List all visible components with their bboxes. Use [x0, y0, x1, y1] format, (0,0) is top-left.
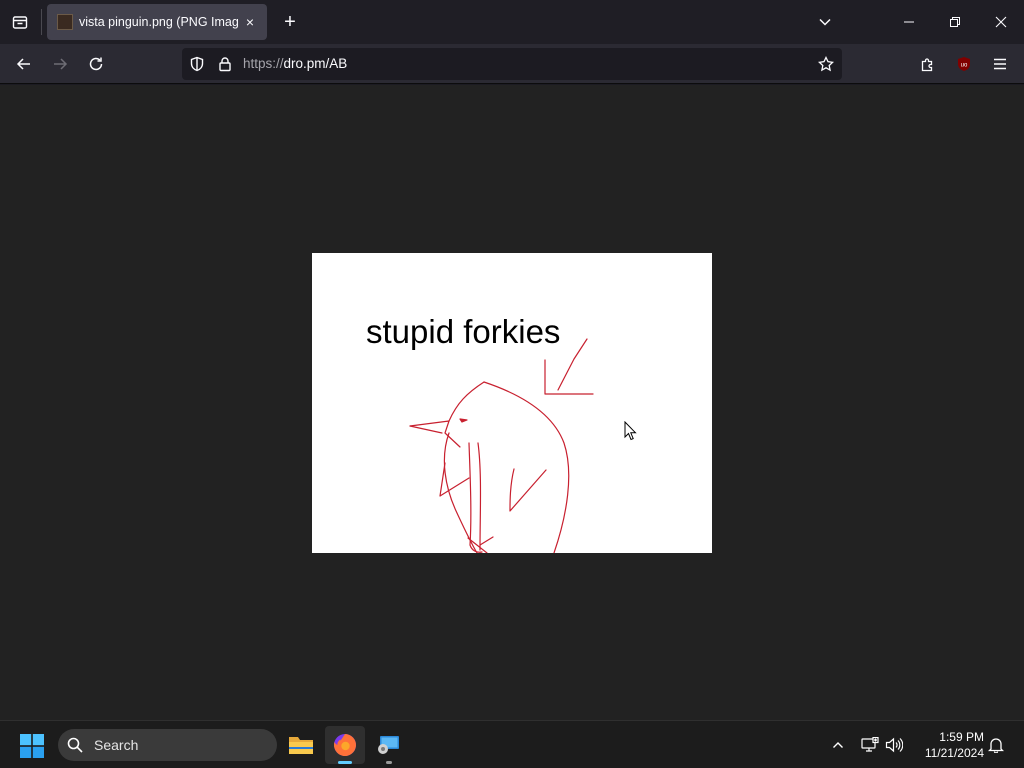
url-bar[interactable]: https://dro.pm/AB [182, 48, 842, 80]
chevron-up-icon [833, 742, 843, 748]
url-text[interactable]: https://dro.pm/AB [243, 56, 347, 71]
search-label: Search [94, 737, 139, 753]
active-app-indicator [338, 761, 352, 764]
url-protocol: https:// [243, 56, 284, 71]
arrow-right-icon [54, 58, 68, 70]
navigation-toolbar: https://dro.pm/AB uo [0, 44, 1024, 84]
back-button[interactable] [10, 50, 38, 78]
windows-start-icon[interactable] [20, 734, 44, 758]
taskbar-search-box[interactable]: Search [58, 729, 277, 761]
taskbar-settings-app[interactable] [369, 726, 409, 764]
url-host-path: dro.pm/AB [283, 56, 348, 71]
page-content: stupid forkies [0, 85, 1024, 720]
running-app-indicator [386, 761, 392, 764]
taskbar-firefox[interactable] [325, 726, 365, 764]
forward-button[interactable] [46, 50, 74, 78]
image-favicon-icon [57, 14, 73, 30]
firefox-icon [333, 734, 356, 756]
taskbar: Search 1:59 PM 11/21/2024 [0, 720, 1024, 768]
minimize-button[interactable] [894, 7, 924, 37]
network-tray-button[interactable] [860, 735, 880, 755]
hamburger-menu-icon [994, 58, 1006, 70]
speaker-icon [885, 737, 903, 753]
tracking-protection-button[interactable] [187, 54, 207, 74]
clock-time: 1:59 PM [939, 730, 984, 744]
clock-date: 11/21/2024 [924, 746, 984, 760]
taskbar-file-explorer[interactable] [281, 726, 321, 764]
mouse-pointer-icon [624, 421, 637, 441]
bookmark-button[interactable] [816, 54, 836, 74]
tab-title: vista pinguin.png (PNG Image, [79, 15, 239, 29]
restore-button[interactable] [940, 7, 970, 37]
tab-active[interactable]: vista pinguin.png (PNG Image, × [47, 4, 267, 40]
restore-icon [950, 17, 960, 27]
search-icon [67, 737, 83, 753]
tab-separator [41, 9, 42, 35]
ublock-origin-icon: uo [958, 57, 970, 71]
reload-icon [89, 57, 103, 71]
bell-icon [988, 738, 1004, 753]
close-icon [995, 16, 1007, 28]
puzzle-icon [921, 58, 933, 72]
site-info-button[interactable] [215, 54, 235, 74]
list-all-tabs-button[interactable] [810, 7, 840, 37]
tab-close-icon[interactable]: × [241, 13, 259, 31]
new-tab-button[interactable]: + [278, 8, 302, 36]
volume-tray-button[interactable] [884, 735, 904, 755]
monitor-gear-icon [378, 736, 399, 754]
title-bar: vista pinguin.png (PNG Image, × + [0, 0, 1024, 44]
ublock-origin-button[interactable]: uo [950, 50, 978, 78]
firefox-view-icon [12, 16, 28, 29]
star-icon [818, 56, 834, 72]
network-icon [861, 737, 879, 752]
show-hidden-icons-button[interactable] [828, 735, 848, 755]
taskbar-clock[interactable]: 1:59 PM 11/21/2024 [912, 729, 984, 761]
lock-icon [219, 57, 231, 72]
extensions-button[interactable] [914, 50, 942, 78]
svg-text:uo: uo [961, 63, 968, 69]
shield-icon [190, 56, 204, 72]
app-menu-button[interactable] [986, 50, 1014, 78]
arrow-left-icon [16, 58, 30, 70]
reload-button[interactable] [82, 50, 110, 78]
firefox-view-button[interactable] [6, 8, 34, 36]
minimize-icon [904, 21, 914, 23]
penguin-drawing [409, 338, 594, 553]
chevron-down-icon [819, 18, 831, 26]
close-window-button[interactable] [986, 7, 1016, 37]
notifications-button[interactable] [986, 735, 1006, 755]
folder-icon [289, 737, 313, 754]
displayed-image[interactable]: stupid forkies [312, 253, 712, 553]
